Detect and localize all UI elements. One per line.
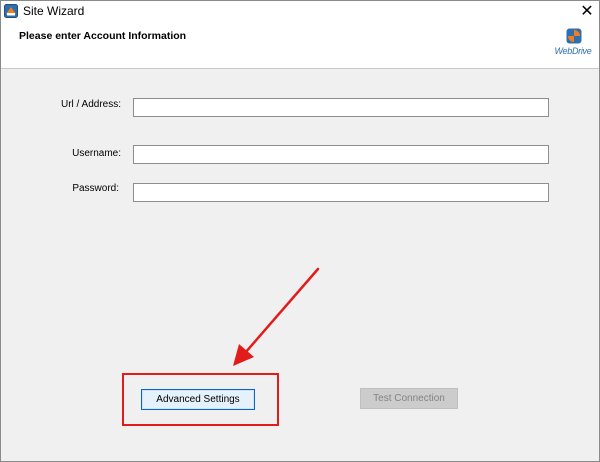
site-wizard-window: Site Wizard ✕ Please enter Account Infor…: [0, 0, 600, 462]
annotation-arrow: [233, 267, 320, 366]
